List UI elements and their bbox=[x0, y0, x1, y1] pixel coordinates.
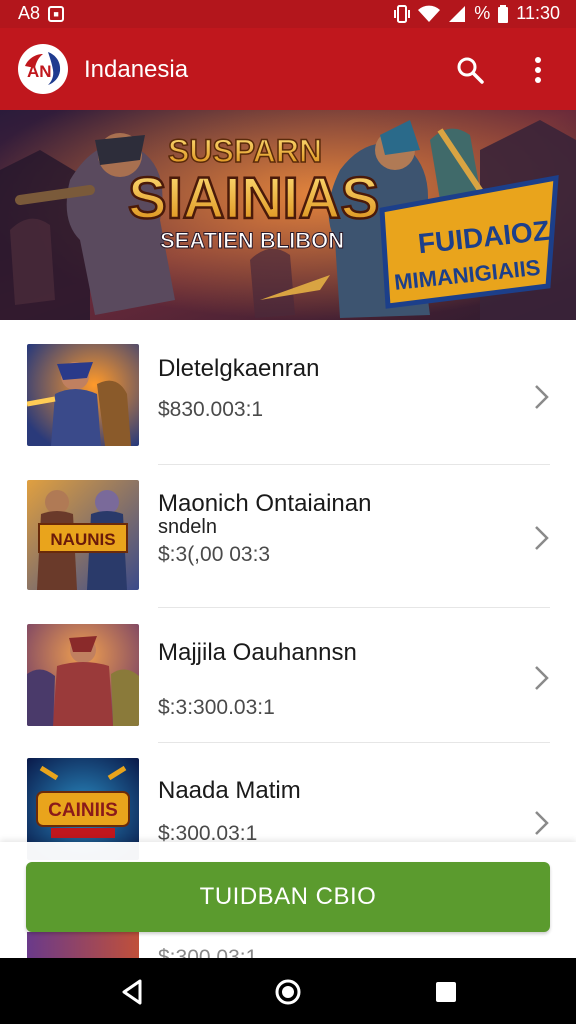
game-thumbnail: NAUNIS bbox=[27, 480, 139, 590]
status-left: A8 ■ bbox=[18, 3, 65, 24]
logo-text: AN bbox=[27, 62, 52, 81]
system-nav-bar bbox=[0, 958, 576, 1024]
app-actions bbox=[450, 50, 558, 90]
signal-icon bbox=[449, 5, 466, 22]
banner-headline-top: SUSPARN bbox=[168, 133, 322, 169]
item-price: $:3:300.03:1 bbox=[158, 696, 275, 719]
home-icon bbox=[275, 979, 301, 1005]
promo-banner[interactable]: SUSPARN SIAINIAS SEATIEN BLIBON FUIDAIOZ… bbox=[0, 110, 576, 320]
banner-headline-sub: SEATIEN BLIBON bbox=[160, 228, 344, 253]
recents-button[interactable] bbox=[430, 976, 462, 1008]
chevron-right-icon[interactable] bbox=[528, 808, 554, 838]
item-subtitle: sndeln bbox=[158, 516, 217, 538]
item-price: $830.003:1 bbox=[158, 398, 264, 421]
item-title: Naada Matim bbox=[158, 777, 301, 804]
cta-button[interactable]: TUIDBAN CBIO bbox=[26, 862, 550, 932]
game-thumbnail bbox=[27, 344, 139, 446]
app-bar: AN Indanesia bbox=[0, 28, 576, 110]
back-button[interactable] bbox=[116, 976, 148, 1008]
home-button[interactable] bbox=[272, 976, 304, 1008]
status-time: 11:30 bbox=[516, 3, 560, 23]
game-thumbnail bbox=[27, 624, 139, 726]
chevron-right-icon[interactable] bbox=[528, 382, 554, 412]
list-item[interactable]: Majjila Oauhannsn $:3:300.03:1 bbox=[0, 608, 576, 748]
more-vert-icon bbox=[535, 57, 541, 83]
status-right: % 11:30 bbox=[394, 3, 560, 24]
search-icon bbox=[457, 57, 484, 84]
app-logo[interactable]: AN bbox=[18, 44, 68, 94]
wifi-icon bbox=[418, 5, 441, 22]
item-title: Majjila Oauhannsn bbox=[158, 639, 357, 666]
item-title: Dletelgkaenran bbox=[158, 355, 320, 382]
chevron-right-icon[interactable] bbox=[528, 663, 554, 693]
overflow-menu-button[interactable] bbox=[518, 50, 558, 90]
banner-artwork: SUSPARN SIAINIAS SEATIEN BLIBON FUIDAIOZ… bbox=[0, 110, 576, 320]
peek-list-item[interactable]: $:300.03:1 bbox=[0, 932, 576, 958]
notification-icon: ■ bbox=[48, 5, 65, 22]
carrier-label: A8 bbox=[18, 3, 41, 23]
item-price: $:3(,00 03:3 bbox=[158, 543, 271, 566]
vibrate-icon bbox=[394, 4, 411, 23]
thumbnail-text: CAINIIS bbox=[48, 800, 118, 821]
list-item[interactable]: Dletelgkaenran $830.003:1 bbox=[0, 320, 576, 465]
game-thumbnail bbox=[27, 932, 139, 958]
chevron-right-icon[interactable] bbox=[528, 523, 554, 553]
item-title: Maonich Ontaiainan bbox=[158, 490, 372, 517]
search-button[interactable] bbox=[450, 50, 490, 90]
battery-percent: % bbox=[474, 3, 491, 23]
item-price: $:300.03:1 bbox=[158, 946, 258, 958]
thumbnail-text: NAUNIS bbox=[50, 530, 115, 549]
app-title: Indanesia bbox=[84, 56, 189, 83]
logo-icon: AN bbox=[19, 45, 67, 93]
list-item[interactable]: NAUNIS Maonich Ontaiainan sndeln $:3(,00… bbox=[0, 465, 576, 608]
back-icon bbox=[122, 979, 142, 1005]
status-bar: A8 ■ % 11:30 bbox=[0, 0, 576, 28]
recents-icon bbox=[436, 982, 456, 1002]
banner-headline-main: SIAINIAS bbox=[128, 166, 379, 231]
battery-icon bbox=[498, 4, 509, 23]
